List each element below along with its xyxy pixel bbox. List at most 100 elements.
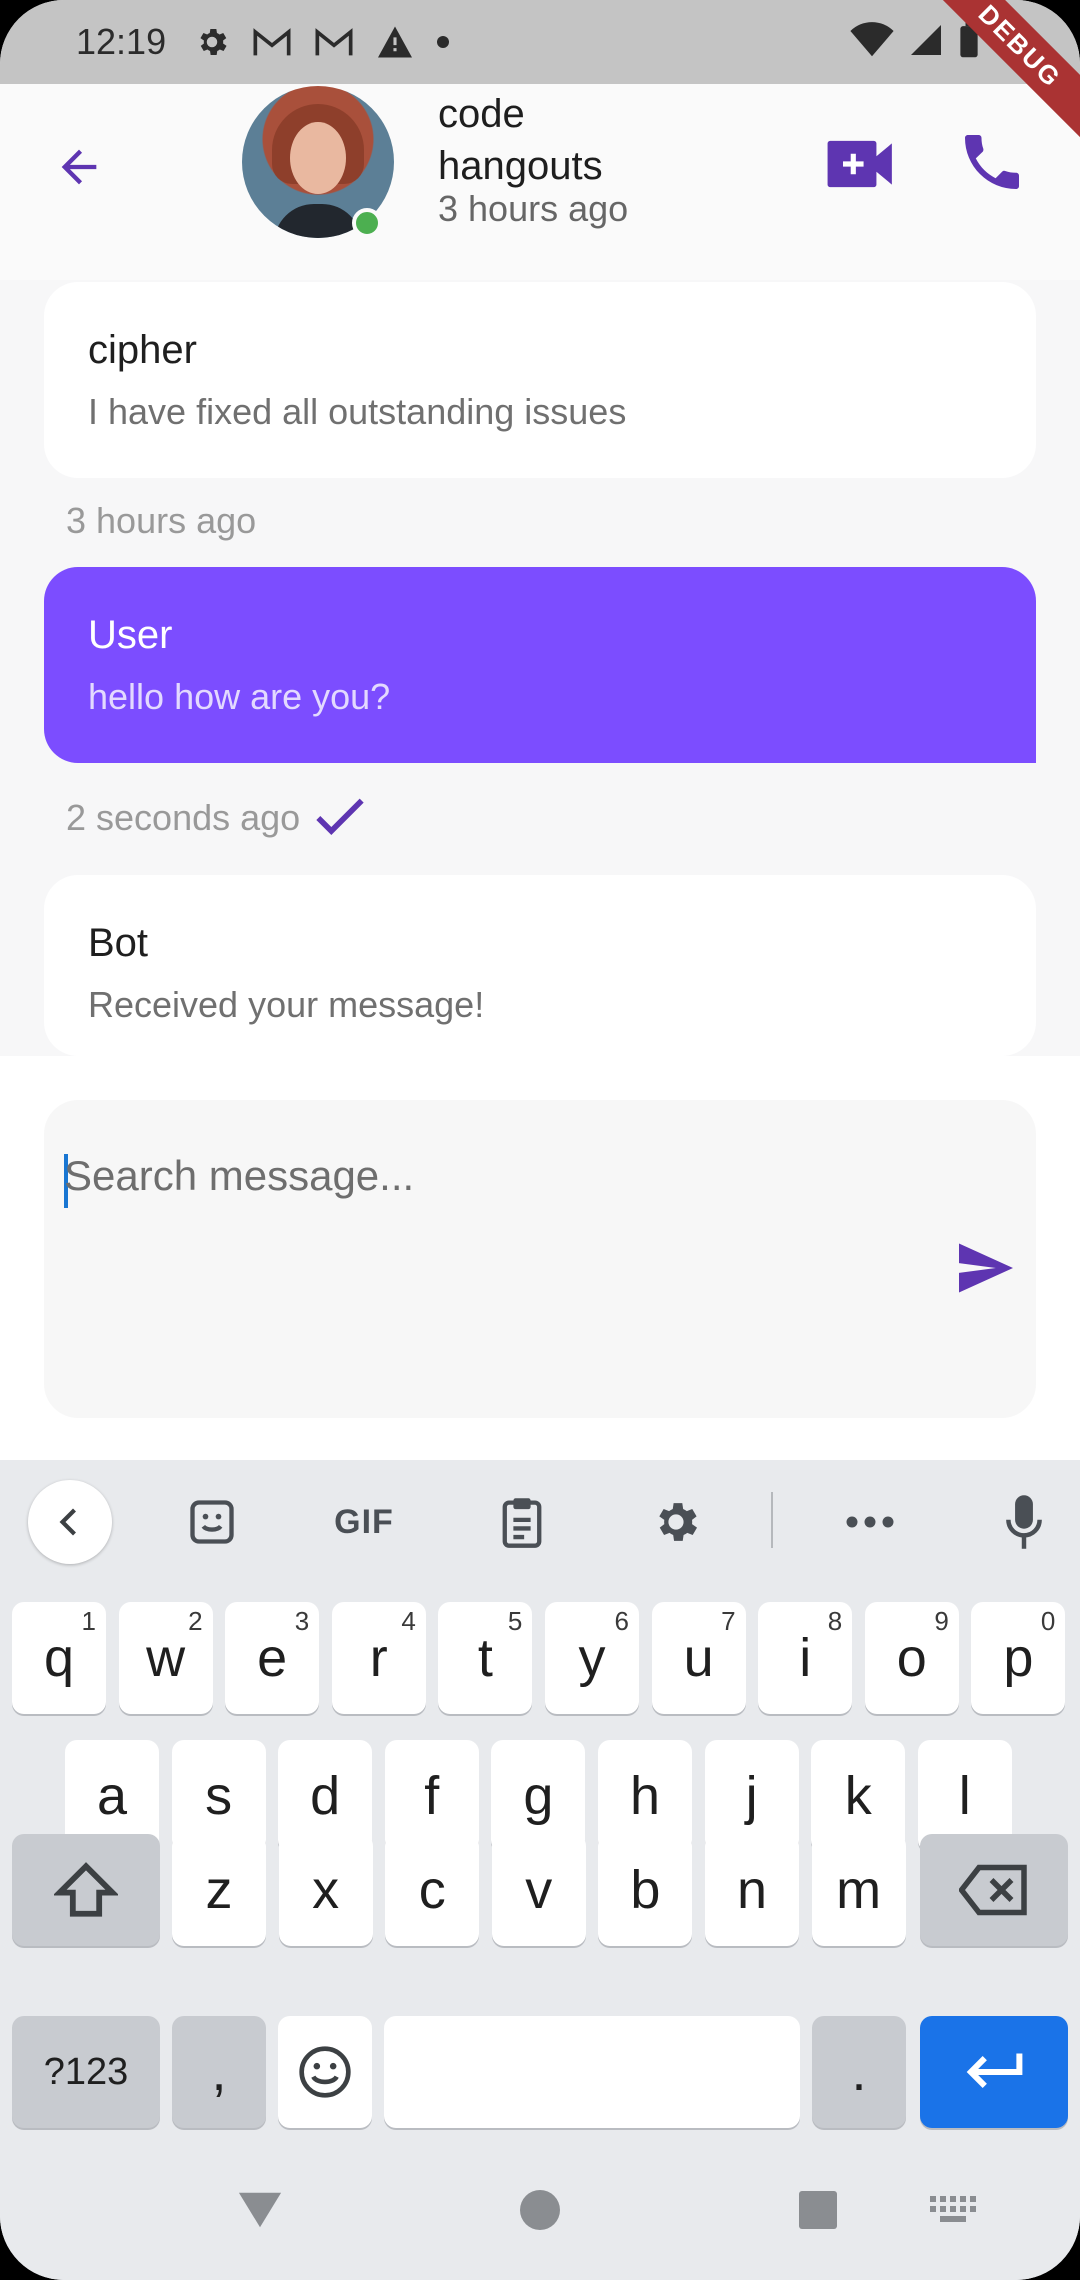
timestamp-text: 3 hours ago xyxy=(66,500,257,541)
message-input-container[interactable] xyxy=(44,1100,1036,1418)
key-r[interactable]: r4 xyxy=(331,1602,426,1714)
video-call-icon xyxy=(827,140,892,188)
clipboard-button[interactable] xyxy=(490,1482,554,1562)
video-call-button[interactable] xyxy=(822,124,900,204)
message-input[interactable] xyxy=(64,1146,944,1206)
message-timestamp: 2 seconds ago xyxy=(66,796,366,840)
space-key[interactable] xyxy=(384,2016,800,2128)
phone-screen: 12:19 DEBUG code hangouts 3 hours ago ci… xyxy=(0,0,1080,2280)
send-icon xyxy=(959,1243,1013,1293)
message-bubble[interactable]: Bot Received your message! xyxy=(44,875,1036,1056)
message-text: Received your message! xyxy=(88,984,485,1025)
phone-icon xyxy=(965,135,1019,189)
message-sender: cipher xyxy=(88,328,197,372)
contact-name: code hangouts xyxy=(438,92,603,188)
circle-icon xyxy=(520,2190,560,2230)
key-x[interactable]: x xyxy=(278,1834,373,1946)
warning-icon xyxy=(376,25,414,59)
shift-key[interactable] xyxy=(12,1834,160,1946)
key-p[interactable]: p0 xyxy=(971,1602,1066,1714)
settings-icon xyxy=(659,1503,698,1541)
key-o[interactable]: o9 xyxy=(864,1602,959,1714)
keyboard-settings-button[interactable] xyxy=(644,1482,708,1562)
keyboard-toolbar: GIF xyxy=(0,1460,1080,1580)
message-timestamp: 3 hours ago xyxy=(66,500,256,542)
more-icon xyxy=(846,1516,894,1528)
toolbar-divider xyxy=(771,1492,773,1548)
key-label: p xyxy=(1003,1628,1034,1688)
voice-input-button[interactable] xyxy=(994,1482,1054,1562)
on-screen-keyboard: GIF q1w2e3r4t5y6u7i8o9p0 asdfghjkl zxcvb… xyxy=(0,1460,1080,2280)
key-hint: 7 xyxy=(721,1606,736,1636)
online-status-indicator xyxy=(352,208,382,238)
key-b[interactable]: b xyxy=(598,1834,693,1946)
message-text: I have fixed all outstanding issues xyxy=(88,391,627,432)
timestamp-text: 2 seconds ago xyxy=(66,797,301,838)
backspace-icon xyxy=(959,1864,1027,1916)
key-c[interactable]: c xyxy=(385,1834,480,1946)
key-hint: 4 xyxy=(401,1606,416,1636)
key-label: e xyxy=(257,1628,288,1688)
key-hint: 8 xyxy=(827,1606,843,1636)
key-y[interactable]: y6 xyxy=(545,1602,639,1714)
more-button[interactable] xyxy=(840,1482,900,1562)
last-seen-status: 3 hours ago xyxy=(438,188,629,229)
message-text: hello how are you? xyxy=(88,676,391,717)
shift-icon xyxy=(54,1862,118,1917)
gif-button[interactable]: GIF xyxy=(322,1482,406,1562)
chat-header: code hangouts 3 hours ago xyxy=(0,84,1080,280)
key-label: t xyxy=(477,1628,493,1688)
key-n[interactable]: n xyxy=(705,1834,799,1946)
key-v[interactable]: v xyxy=(491,1834,586,1946)
send-button[interactable] xyxy=(946,1228,1026,1308)
message-sender: User xyxy=(88,613,173,657)
key-label: i xyxy=(799,1628,812,1688)
dot-icon xyxy=(436,35,450,49)
comma-key[interactable]: , xyxy=(172,2016,266,2128)
key-hint: 5 xyxy=(507,1606,523,1636)
arrow-back-icon xyxy=(61,149,97,185)
key-i[interactable]: i8 xyxy=(758,1602,853,1714)
delivered-check-icon xyxy=(316,798,364,835)
period-key[interactable]: . xyxy=(812,2016,906,2128)
key-m[interactable]: m xyxy=(811,1834,906,1946)
key-label: r xyxy=(369,1628,388,1688)
backspace-key[interactable] xyxy=(920,1834,1068,1946)
nav-home-button[interactable] xyxy=(516,2186,564,2234)
keyboard-icon xyxy=(930,2196,976,2222)
key-u[interactable]: u7 xyxy=(651,1602,746,1714)
gif-label: GIF xyxy=(334,1502,394,1541)
key-e[interactable]: e3 xyxy=(225,1602,320,1714)
emoji-key[interactable] xyxy=(278,2016,372,2128)
enter-key[interactable] xyxy=(920,2016,1068,2128)
key-t[interactable]: t5 xyxy=(438,1602,533,1714)
status-bar: 12:19 xyxy=(0,0,1080,84)
message-bubble-user[interactable]: User hello how are you? xyxy=(44,567,1036,763)
nav-recents-button[interactable] xyxy=(794,2186,842,2234)
key-q[interactable]: q1 xyxy=(12,1602,106,1714)
triangle-down-icon xyxy=(238,2192,282,2228)
keyboard-back-button[interactable] xyxy=(28,1480,112,1564)
sticker-button[interactable] xyxy=(180,1482,244,1562)
gmail-icon xyxy=(252,26,292,58)
back-button[interactable] xyxy=(44,132,114,202)
key-label: q xyxy=(43,1628,75,1688)
key-label: y xyxy=(578,1628,606,1688)
gmail-icon xyxy=(314,26,354,58)
key-label: w xyxy=(146,1628,186,1688)
navigation-bar xyxy=(0,2160,1080,2280)
keyboard-switch-button[interactable] xyxy=(930,2186,978,2234)
key-hint: 6 xyxy=(614,1606,629,1636)
square-icon xyxy=(799,2191,837,2229)
composer xyxy=(0,1056,1080,1460)
nav-back-button[interactable] xyxy=(236,2186,284,2234)
key-label: o xyxy=(896,1628,927,1688)
enter-icon xyxy=(966,2053,1023,2088)
key-hint: 0 xyxy=(1040,1606,1056,1636)
clipboard-icon xyxy=(502,1498,542,1548)
symbols-key[interactable]: ?123 xyxy=(12,2016,160,2128)
key-w[interactable]: w2 xyxy=(118,1602,213,1714)
message-bubble[interactable]: cipher I have fixed all outstanding issu… xyxy=(44,282,1036,478)
voice-call-button[interactable] xyxy=(950,120,1034,204)
key-z[interactable]: z xyxy=(172,1834,266,1946)
